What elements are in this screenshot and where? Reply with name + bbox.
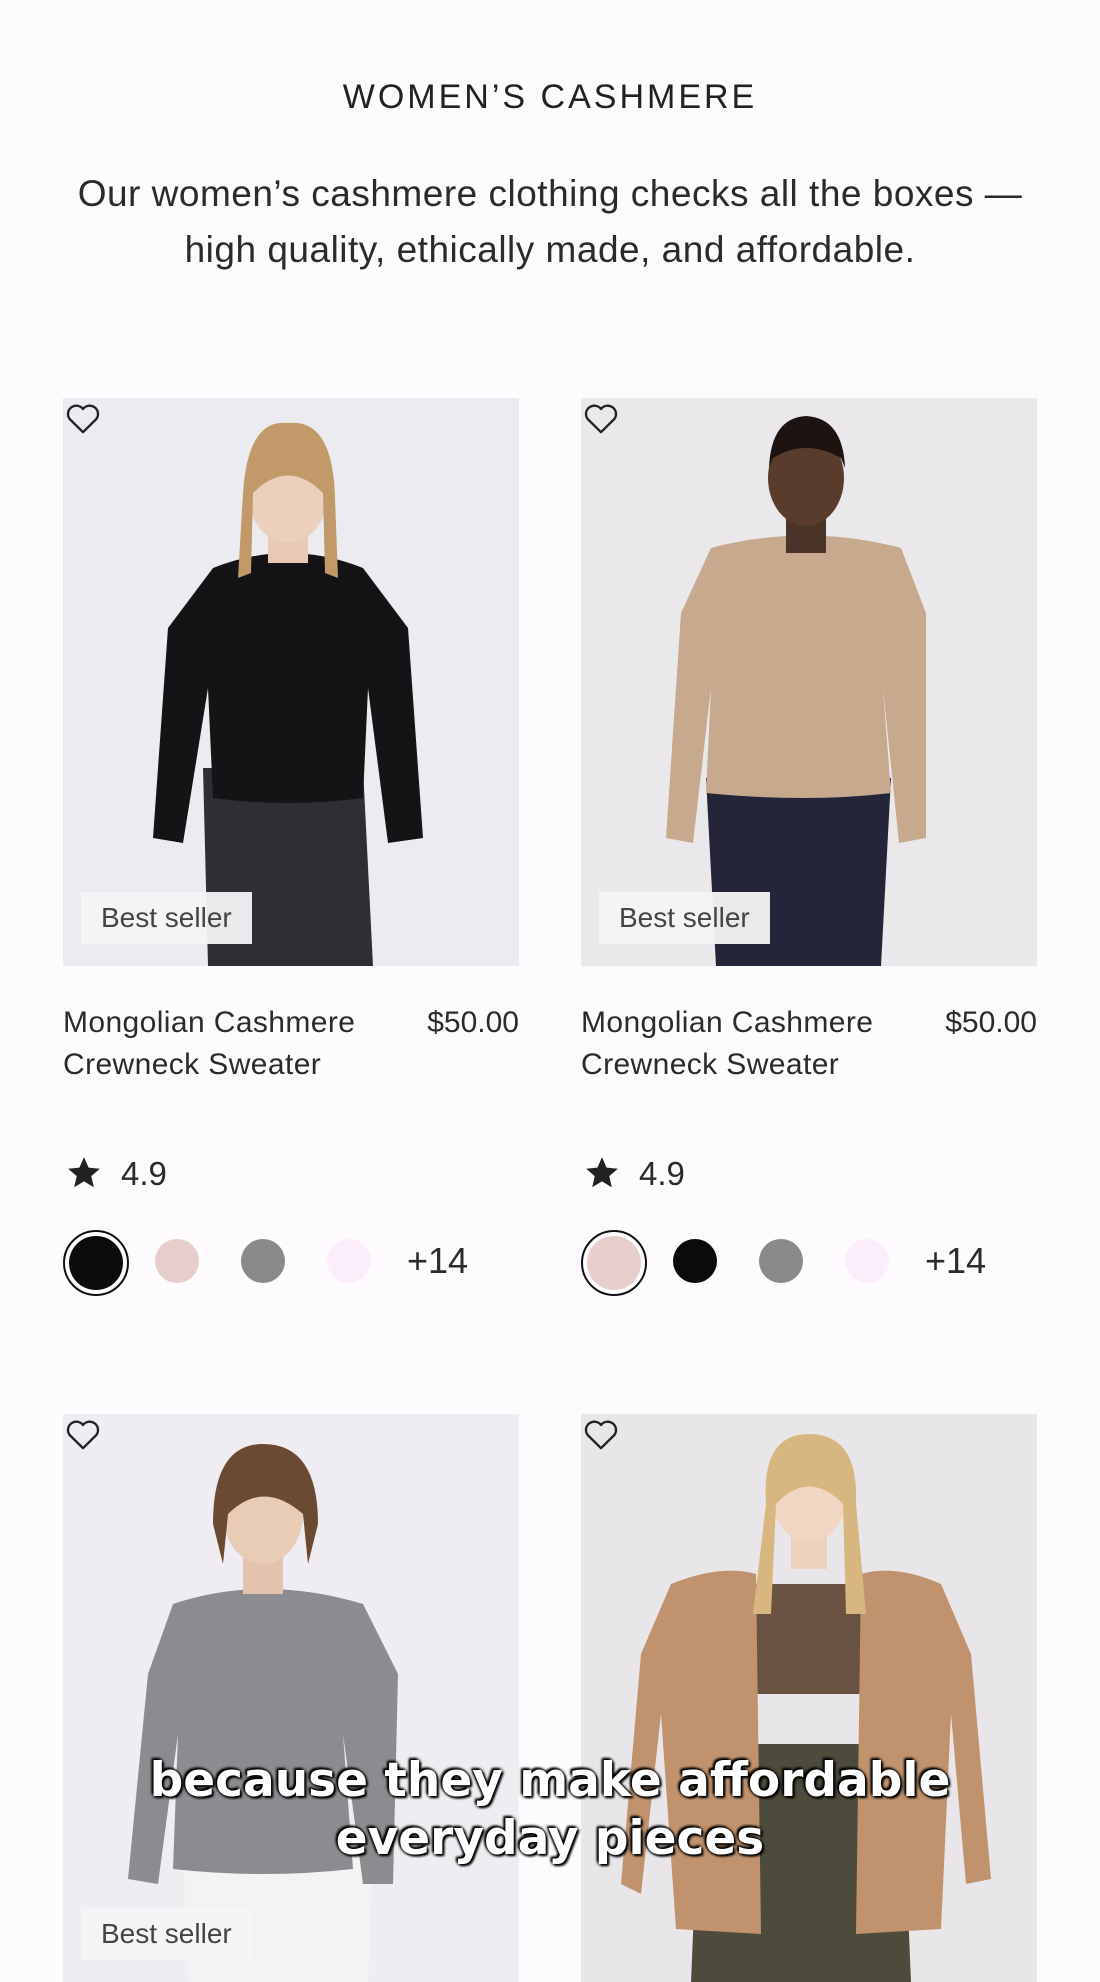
more-colors-link[interactable]: +14 (407, 1238, 468, 1284)
caption-line: because they make affordable (149, 1753, 951, 1808)
rating-value: 4.9 (639, 1155, 685, 1192)
best-seller-badge: Best seller (81, 1908, 252, 1960)
product-price: $50.00 (427, 1006, 519, 1039)
color-swatches: +14 (581, 1230, 1037, 1296)
star-icon (586, 1157, 618, 1188)
heart-icon[interactable] (63, 398, 103, 438)
rating-value: 4.9 (121, 1155, 167, 1192)
product-name[interactable]: Mongolian Cashmere Crewneck Sweater (63, 1002, 393, 1086)
page-title: WOMEN’S CASHMERE (342, 78, 758, 116)
color-swatch[interactable] (673, 1239, 717, 1283)
color-swatch[interactable] (155, 1239, 199, 1283)
color-swatch[interactable] (581, 1230, 647, 1296)
product-image[interactable]: Best seller (63, 1414, 519, 1982)
model-illustration (581, 1414, 1037, 1982)
heart-icon[interactable] (581, 1414, 621, 1454)
best-seller-badge: Best seller (599, 892, 770, 944)
color-swatch[interactable] (845, 1239, 889, 1283)
color-swatch[interactable] (759, 1239, 803, 1283)
caption-line: everyday pieces (335, 1811, 765, 1866)
more-colors-link[interactable]: +14 (925, 1238, 986, 1284)
product-name[interactable]: Mongolian Cashmere Crewneck Sweater (581, 1002, 911, 1086)
page-description: Our women’s cashmere clothing checks all… (77, 173, 1023, 270)
heart-icon[interactable] (581, 398, 621, 438)
best-seller-badge: Best seller (81, 892, 252, 944)
color-swatch[interactable] (63, 1230, 129, 1296)
video-caption: because they make affordable everyday pi… (0, 1752, 1100, 1868)
product-image[interactable]: Best seller (581, 398, 1037, 966)
model-illustration (63, 398, 519, 966)
color-swatches: +14 (63, 1230, 519, 1296)
product-image[interactable] (581, 1414, 1037, 1982)
color-swatch[interactable] (241, 1239, 285, 1283)
model-illustration (581, 398, 1037, 966)
star-icon (68, 1157, 100, 1188)
product-price: $50.00 (945, 1006, 1037, 1039)
model-illustration (63, 1414, 519, 1982)
product-image[interactable]: Best seller (63, 398, 519, 966)
color-swatch[interactable] (327, 1239, 371, 1283)
heart-icon[interactable] (63, 1414, 103, 1454)
